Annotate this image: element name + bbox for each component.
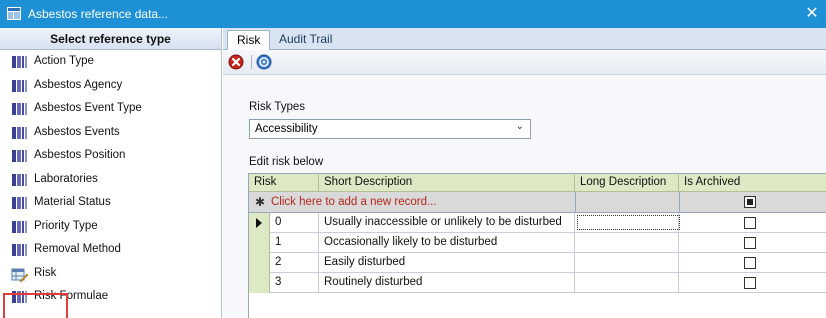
sidebar-item-label: Risk — [34, 266, 57, 279]
cell-long-description[interactable] — [575, 233, 679, 253]
tab-strip: Risk Audit Trail — [223, 28, 826, 51]
sidebar-item-label: Laboratories — [34, 172, 98, 185]
sidebar-item-label: Asbestos Agency — [34, 78, 123, 91]
cell-long-description[interactable] — [575, 273, 679, 293]
database-icon — [11, 55, 29, 69]
cell-short-description[interactable]: Routinely disturbed — [319, 273, 575, 293]
database-icon — [11, 243, 29, 257]
row-selector[interactable] — [249, 273, 270, 293]
database-icon — [11, 126, 29, 140]
sidebar-header: Select reference type — [0, 28, 221, 50]
sidebar-item-asbestos-agency[interactable]: Asbestos Agency — [0, 74, 221, 98]
reference-type-sidebar: Select reference type Action Type Asbesto… — [0, 28, 222, 318]
title-bar: Asbestos reference data... ✕ — [0, 0, 826, 28]
sidebar-item-label: Action Type — [34, 55, 94, 67]
sidebar-item-label: Asbestos Events — [34, 125, 120, 138]
is-archived-checkbox[interactable] — [744, 277, 756, 289]
new-record-row[interactable]: ✱ Click here to add a new record... — [249, 192, 826, 213]
cell-short-description[interactable]: Easily disturbed — [319, 253, 575, 273]
database-icon — [11, 196, 29, 210]
risk-types-value: Accessibility — [255, 123, 318, 135]
is-archived-checkbox[interactable] — [744, 217, 756, 229]
delete-icon[interactable] — [228, 54, 244, 70]
selection-highlight — [3, 293, 68, 318]
risk-grid: Risk Short Description Long Description … — [248, 173, 826, 318]
main-panel: Risk Audit Trail Risk Types Accessibilit… — [223, 28, 826, 318]
cell-risk[interactable]: 0 — [270, 213, 319, 233]
cell-long-description[interactable] — [575, 253, 679, 273]
column-header-risk[interactable]: Risk — [249, 174, 319, 192]
cell-risk[interactable]: 3 — [270, 273, 319, 293]
cell-risk[interactable]: 2 — [270, 253, 319, 273]
sidebar-item-asbestos-events[interactable]: Asbestos Events — [0, 121, 221, 145]
sidebar-item-priority-type[interactable]: Priority Type — [0, 215, 221, 239]
database-icon — [11, 173, 29, 187]
help-icon[interactable] — [256, 54, 272, 70]
database-icon — [11, 220, 29, 234]
sidebar-item-laboratories[interactable]: Laboratories — [0, 168, 221, 192]
risk-types-label: Risk Types — [249, 101, 306, 113]
sidebar-item-label: Material Status — [34, 196, 111, 208]
tab-audit-trail[interactable]: Audit Trail — [270, 30, 341, 50]
column-header-short-description[interactable]: Short Description — [319, 174, 575, 192]
sidebar-item-label: Asbestos Event Type — [34, 102, 142, 114]
window-title: Asbestos reference data... — [28, 7, 169, 21]
sidebar-item-asbestos-event-type[interactable]: Asbestos Event Type — [0, 97, 221, 121]
chevron-down-icon: ⌄ — [515, 121, 524, 132]
app-icon — [7, 7, 21, 20]
is-archived-checkbox[interactable] — [744, 237, 756, 249]
focused-cell-outline — [577, 215, 680, 230]
toolbar-separator — [251, 55, 252, 69]
sidebar-item-removal-method[interactable]: Removal Method — [0, 238, 221, 262]
table-edit-icon — [11, 267, 29, 282]
table-row[interactable]: 2 Easily disturbed — [249, 253, 826, 273]
table-row[interactable]: 3 Routinely disturbed — [249, 273, 826, 293]
tab-risk[interactable]: Risk — [227, 30, 271, 51]
current-row-arrow-icon — [256, 218, 262, 228]
cell-short-description[interactable]: Occasionally likely to be disturbed — [319, 233, 575, 253]
sidebar-item-action-type[interactable]: Action Type — [0, 50, 221, 74]
database-icon — [11, 79, 29, 93]
row-selector[interactable] — [249, 233, 270, 253]
column-header-is-archived[interactable]: Is Archived — [679, 174, 826, 192]
grid-header: Risk Short Description Long Description … — [249, 174, 826, 192]
sidebar-item-label: Asbestos Position — [34, 149, 126, 161]
new-record-star-icon: ✱ — [255, 195, 266, 209]
sidebar-item-material-status[interactable]: Material Status — [0, 191, 221, 215]
cell-divider — [679, 192, 680, 213]
sidebar-item-asbestos-position[interactable]: Asbestos Position — [0, 144, 221, 168]
sidebar-item-label: Removal Method — [34, 243, 121, 255]
new-record-prompt[interactable]: Click here to add a new record... — [271, 196, 437, 208]
content-area: Risk Types Accessibility ⌄ Edit risk bel… — [223, 76, 826, 318]
new-record-archived-checkbox[interactable] — [744, 196, 756, 208]
table-row[interactable]: 1 Occasionally likely to be disturbed — [249, 233, 826, 253]
close-icon[interactable]: ✕ — [798, 0, 826, 28]
cell-divider — [575, 192, 576, 213]
table-row[interactable]: 0 Usually inaccessible or unlikely to be … — [249, 213, 826, 233]
column-header-long-description[interactable]: Long Description — [575, 174, 679, 192]
row-selector[interactable] — [249, 213, 270, 233]
row-selector[interactable] — [249, 253, 270, 273]
database-icon — [11, 102, 29, 116]
sidebar-item-risk[interactable]: Risk — [0, 262, 221, 286]
cell-risk[interactable]: 1 — [270, 233, 319, 253]
sidebar-item-label: Priority Type — [34, 219, 98, 232]
risk-types-select[interactable]: Accessibility ⌄ — [249, 119, 531, 139]
database-icon — [11, 149, 29, 163]
is-archived-checkbox[interactable] — [744, 257, 756, 269]
toolbar — [223, 50, 826, 75]
cell-short-description[interactable]: Usually inaccessible or unlikely to be d… — [319, 213, 575, 233]
edit-risk-label: Edit risk below — [249, 156, 324, 168]
